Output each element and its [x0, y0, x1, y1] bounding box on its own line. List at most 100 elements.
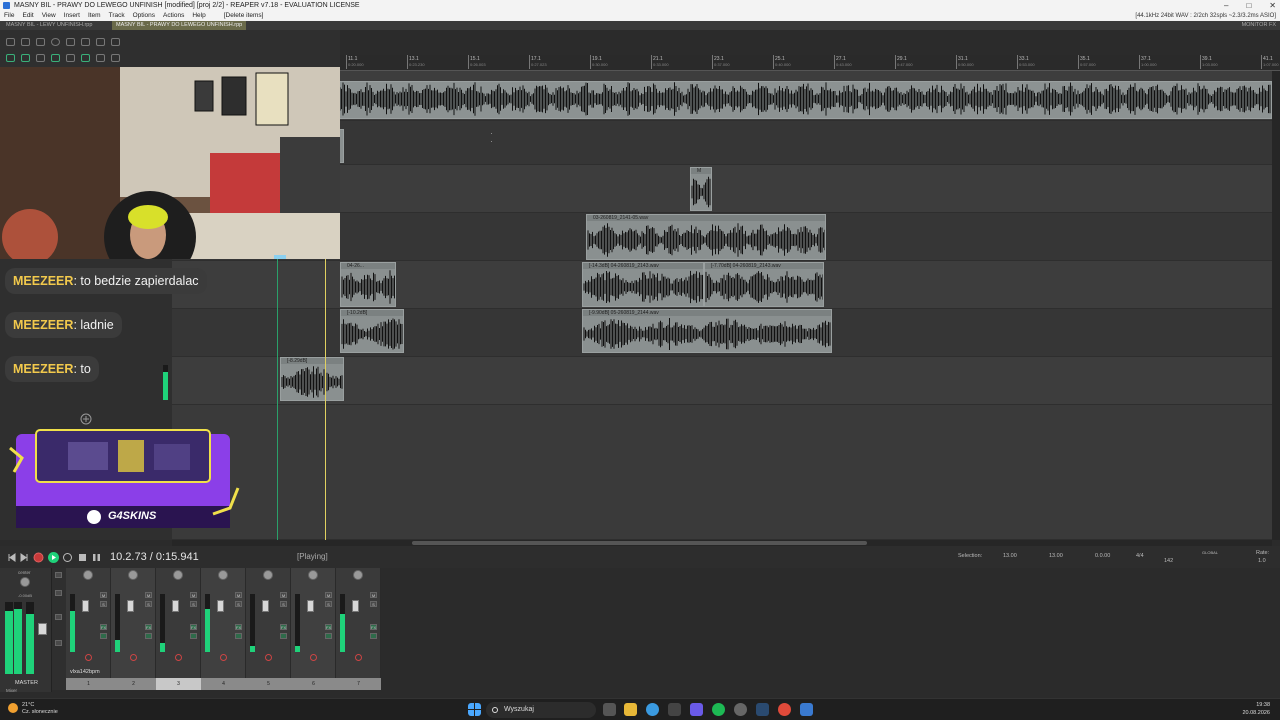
fx-button[interactable]: FX: [370, 624, 377, 630]
steam-icon[interactable]: [756, 703, 769, 716]
redo-icon[interactable]: [81, 38, 90, 46]
mute-button[interactable]: M: [145, 592, 152, 598]
add-track-icon[interactable]: [80, 413, 92, 425]
record-arm-icon[interactable]: [175, 654, 182, 661]
mixer-io-button[interactable]: [55, 640, 62, 646]
media-item-small2[interactable]: [-10.2dB]: [340, 309, 404, 353]
solo-button[interactable]: S: [235, 601, 242, 607]
project-tab-1[interactable]: MASNY BIL - LEWY UNFINISH.rpp: [2, 21, 96, 30]
go-to-start-icon[interactable]: [6, 552, 17, 563]
mixer-channel-strip[interactable]: M S FX 5: [246, 568, 291, 690]
selection-end[interactable]: 13.00: [1049, 553, 1063, 559]
media-item-take2a[interactable]: [-14.3dB] 04-260819_2143.wav: [582, 262, 704, 307]
pan-knob[interactable]: [173, 570, 183, 580]
mute-button[interactable]: M: [325, 592, 332, 598]
mixer-fx-button[interactable]: [55, 614, 62, 620]
io-button[interactable]: [325, 633, 332, 639]
pencil-icon[interactable]: [111, 54, 120, 62]
mixer-channel-strip[interactable]: M S FX 7: [336, 568, 381, 690]
loop-icon[interactable]: [81, 54, 90, 62]
volume-fader[interactable]: [352, 600, 359, 612]
volume-fader[interactable]: [127, 600, 134, 612]
channel-number[interactable]: 3: [156, 678, 201, 690]
media-item-take2b[interactable]: [-7.70dB] 04-260819_2143.wav: [704, 262, 824, 307]
open-project-icon[interactable]: [21, 38, 30, 46]
maximize-button[interactable]: □: [1246, 0, 1251, 11]
project-tab-2[interactable]: MASNY BIL - PRAWY DO LEWEGO UNFINISH.rpp: [112, 21, 247, 30]
auto-crossfade-icon[interactable]: [51, 54, 60, 62]
save-project-icon[interactable]: [36, 38, 45, 46]
fx-button[interactable]: FX: [280, 624, 287, 630]
go-to-end-icon[interactable]: [19, 552, 30, 563]
pan-knob[interactable]: [218, 570, 228, 580]
mute-button[interactable]: M: [235, 592, 242, 598]
menu-file[interactable]: File: [0, 11, 18, 21]
fx-button[interactable]: FX: [235, 624, 242, 630]
fx-button[interactable]: FX: [325, 624, 332, 630]
discord-icon[interactable]: [690, 703, 703, 716]
browser-icon[interactable]: [778, 703, 791, 716]
record-icon[interactable]: [33, 552, 44, 563]
ripple-icon[interactable]: [21, 54, 30, 62]
media-item-take1[interactable]: 03-260819_2141-05.wav: [586, 214, 826, 260]
timeline-ruler[interactable]: 11.1 0:20.000 13.1 0:23.230 15.1 0:26.003 17.1…: [340, 55, 1280, 71]
mixer-channel-strip[interactable]: M S FX 2: [111, 568, 156, 690]
mixer-tab[interactable]: Mixer: [6, 688, 17, 693]
menu-help[interactable]: Help: [188, 11, 209, 21]
solo-button[interactable]: S: [100, 601, 107, 607]
solo-button[interactable]: S: [145, 601, 152, 607]
fx-button[interactable]: FX: [145, 624, 152, 630]
close-button[interactable]: ✕: [1269, 0, 1276, 11]
menu-view[interactable]: View: [38, 11, 60, 21]
volume-fader[interactable]: [172, 600, 179, 612]
mixer-channel-strip[interactable]: M S FX 4: [201, 568, 246, 690]
io-button[interactable]: [235, 633, 242, 639]
pan-knob[interactable]: [263, 570, 273, 580]
monitor-fx-button[interactable]: MONITOR FX: [1242, 21, 1276, 30]
volume-fader[interactable]: [82, 600, 89, 612]
mixer-folder-button[interactable]: [55, 590, 62, 596]
mute-button[interactable]: M: [370, 592, 377, 598]
horizontal-scroll-thumb[interactable]: [412, 541, 867, 545]
fx-button[interactable]: FX: [100, 624, 107, 630]
stop-icon[interactable]: [77, 552, 88, 563]
pan-knob[interactable]: [308, 570, 318, 580]
io-button[interactable]: [280, 633, 287, 639]
play-icon[interactable]: [48, 552, 59, 563]
empty-lane-area[interactable]: [172, 405, 1272, 540]
windows-start-icon[interactable]: [468, 703, 481, 716]
volume-fader[interactable]: [307, 600, 314, 612]
master-pan-knob[interactable]: [20, 577, 30, 587]
solo-button[interactable]: S: [325, 601, 332, 607]
menu-edit[interactable]: Edit: [18, 11, 37, 21]
channel-number[interactable]: 7: [336, 678, 381, 690]
grid-icon[interactable]: [111, 38, 120, 46]
system-clock[interactable]: 19:38 20.08.2026: [1242, 701, 1270, 717]
mixer-menu-button[interactable]: [55, 572, 62, 578]
transport-position[interactable]: 10.2.73 / 0:15.941: [110, 551, 199, 563]
new-project-icon[interactable]: [6, 38, 15, 46]
pan-knob[interactable]: [128, 570, 138, 580]
vertical-scrollbar[interactable]: [1272, 71, 1280, 540]
record-arm-icon[interactable]: [310, 654, 317, 661]
media-item-take3[interactable]: [-9.90dB] 05-260819_2144.wav: [582, 309, 832, 353]
solo-button[interactable]: S: [370, 601, 377, 607]
lock-icon[interactable]: [96, 54, 105, 62]
undo-icon[interactable]: [66, 38, 75, 46]
channel-number[interactable]: 5: [246, 678, 291, 690]
selection-start[interactable]: 13.00: [1003, 553, 1017, 559]
channel-number[interactable]: 1: [66, 678, 111, 690]
app-icon[interactable]: [668, 703, 681, 716]
time-signature[interactable]: 4/4: [1136, 553, 1144, 559]
tempo-bpm[interactable]: 142: [1164, 558, 1173, 564]
snap-icon[interactable]: [6, 54, 15, 62]
selection-length[interactable]: 0.0.00: [1095, 553, 1110, 559]
mute-button[interactable]: M: [100, 592, 107, 598]
record-arm-icon[interactable]: [220, 654, 227, 661]
mixer-channel-strip[interactable]: M S FX 6: [291, 568, 336, 690]
media-item-full-mix[interactable]: [338, 81, 1272, 119]
weather-widget[interactable]: 21°C Cz. słonecznie: [8, 702, 58, 716]
taskbar-search[interactable]: Wyszukaj: [486, 702, 596, 718]
file-explorer-icon[interactable]: [624, 703, 637, 716]
mute-button[interactable]: M: [280, 592, 287, 598]
